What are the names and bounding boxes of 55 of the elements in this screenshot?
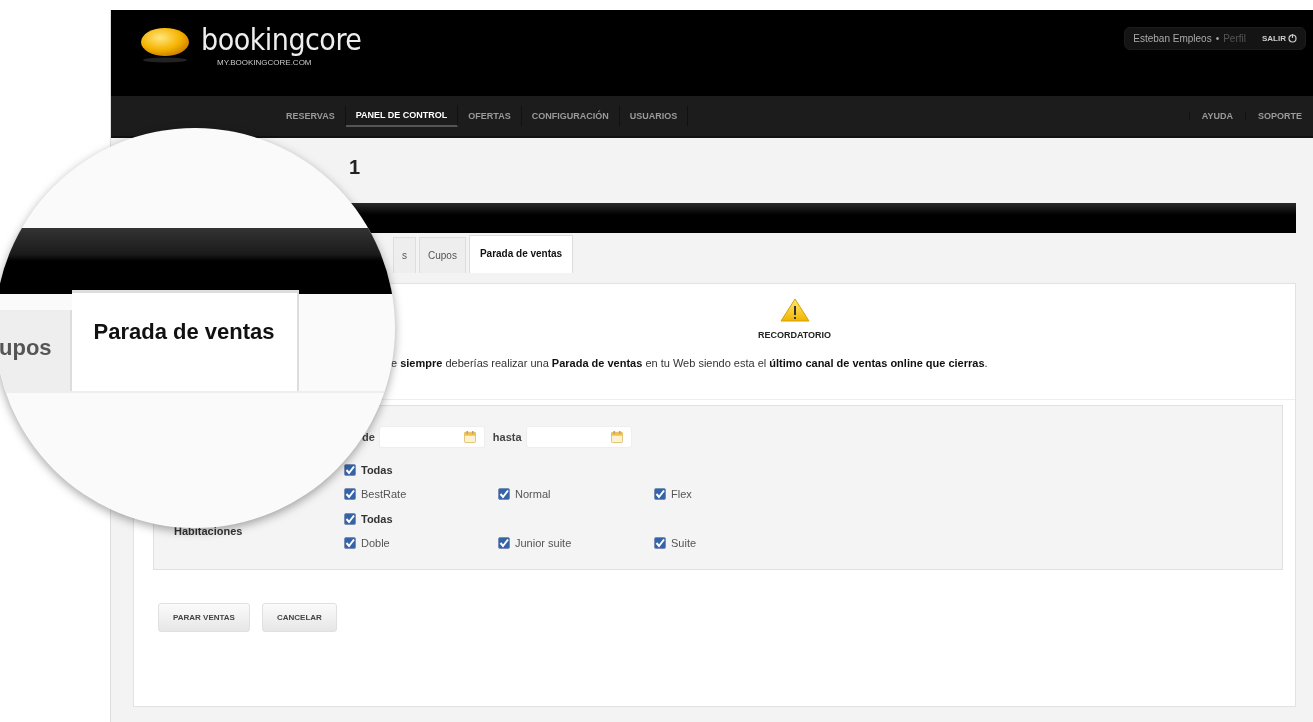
notice-text: e siempre deberías realizar una Parada de ventas en tu Web siendo esta el último canal de ventas online que cierras. bbox=[390, 356, 989, 369]
checkmark-icon bbox=[655, 538, 665, 548]
checkbox-label: Normal bbox=[515, 488, 551, 500]
calendar-icon bbox=[463, 430, 476, 444]
logout-link[interactable]: SALIR bbox=[1262, 34, 1297, 43]
calendar-icon bbox=[610, 430, 623, 444]
tab[interactable]: s bbox=[393, 237, 416, 273]
checkmark-icon bbox=[345, 489, 355, 499]
nav-item[interactable]: CONFIGURACIÓN bbox=[521, 106, 620, 126]
tab[interactable]: Parada de ventas bbox=[71, 290, 299, 391]
date-from-label: de bbox=[362, 431, 375, 443]
checkbox[interactable] bbox=[344, 464, 356, 476]
checkbox[interactable] bbox=[344, 513, 356, 525]
nav-item[interactable]: USUARIOS bbox=[619, 106, 689, 126]
nav-item[interactable]: AYUDA bbox=[1188, 111, 1245, 121]
nav-item[interactable]: RESERVAS bbox=[276, 106, 346, 126]
notice-title: RECORDATORIO bbox=[757, 330, 832, 340]
date-to-label: hasta bbox=[492, 431, 522, 443]
group-label: Habitaciones bbox=[174, 525, 243, 537]
checkbox[interactable] bbox=[654, 537, 666, 549]
checkbox-label: Doble bbox=[361, 537, 390, 549]
checkbox-label: BestRate bbox=[361, 488, 407, 500]
checkbox[interactable] bbox=[654, 488, 666, 500]
nav-item[interactable]: OFERTAS bbox=[458, 106, 522, 126]
checkmark-icon bbox=[499, 538, 509, 548]
user-name: Esteban Empleos bbox=[1133, 33, 1212, 44]
checkbox-label: Flex bbox=[671, 488, 692, 500]
checkbox[interactable] bbox=[344, 488, 356, 500]
tab[interactable]: Parada de ventas bbox=[468, 235, 574, 273]
checkbox[interactable] bbox=[498, 488, 510, 500]
checkbox-label: Todas bbox=[361, 513, 393, 525]
checkmark-icon bbox=[499, 489, 509, 499]
logo-url: MY.BOOKINGCORE.COM bbox=[217, 58, 312, 67]
power-icon bbox=[1288, 34, 1297, 43]
checkmark-icon bbox=[655, 489, 665, 499]
checkbox-label: Suite bbox=[671, 537, 697, 549]
nav-item[interactable]: SOPORTE bbox=[1245, 111, 1313, 121]
checkmark-icon bbox=[345, 465, 355, 475]
tab[interactable]: upos bbox=[0, 310, 72, 391]
checkmark-icon bbox=[345, 514, 355, 524]
page-title: 1 bbox=[348, 155, 362, 180]
nav-item[interactable]: PANEL DE CONTROL bbox=[345, 105, 459, 127]
date-input-field[interactable] bbox=[525, 426, 632, 448]
warning-icon bbox=[779, 298, 810, 322]
checkbox[interactable] bbox=[498, 537, 510, 549]
checkbox[interactable] bbox=[344, 537, 356, 549]
logo-wordmark: bookingcore bbox=[201, 24, 362, 56]
checkbox-label: Todas bbox=[361, 464, 393, 476]
checkmark-icon bbox=[345, 538, 355, 548]
checkbox-label: Junior suite bbox=[515, 537, 572, 549]
separator-dot: • bbox=[1215, 33, 1220, 44]
tab[interactable]: Cupos bbox=[419, 237, 466, 273]
action-button[interactable]: CANCELAR bbox=[261, 603, 337, 632]
date-input-field[interactable] bbox=[378, 426, 485, 448]
action-button[interactable]: PARAR VENTAS bbox=[158, 603, 250, 632]
